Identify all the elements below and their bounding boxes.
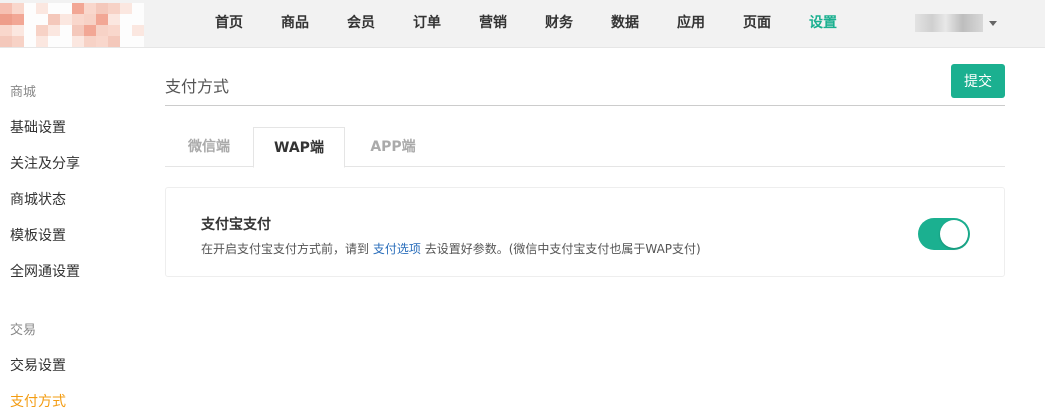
submit-button[interactable]: 提交 bbox=[951, 64, 1005, 98]
nav-home[interactable]: 首页 bbox=[196, 0, 262, 48]
nav-orders[interactable]: 订单 bbox=[394, 0, 460, 48]
page-title: 支付方式 bbox=[165, 77, 230, 96]
tab-app[interactable]: APP端 bbox=[345, 127, 441, 167]
payment-desc-text: 在开启支付宝支付方式前，请到 bbox=[201, 242, 370, 256]
tab-wap[interactable]: WAP端 bbox=[253, 127, 345, 168]
user-avatar-blurred bbox=[915, 14, 983, 32]
sidebar-item-payment-methods[interactable]: 支付方式 bbox=[10, 391, 66, 411]
sidebar-group-trade: 交易 bbox=[10, 323, 37, 338]
sidebar-group-mall: 商城 bbox=[10, 85, 37, 100]
nav-finance[interactable]: 财务 bbox=[526, 0, 592, 48]
payment-card-alipay: 支付宝支付 在开启支付宝支付方式前，请到 支付选项 去设置好参数。(微信中支付宝… bbox=[165, 187, 1005, 277]
chevron-down-icon bbox=[989, 20, 997, 26]
sidebar-item-follow-share[interactable]: 关注及分享 bbox=[10, 153, 80, 173]
nav-data[interactable]: 数据 bbox=[592, 0, 658, 48]
sidebar-item-mall-status[interactable]: 商城状态 bbox=[10, 189, 66, 209]
sidebar-item-basic-settings[interactable]: 基础设置 bbox=[10, 117, 66, 137]
payment-description: 在开启支付宝支付方式前，请到 支付选项 去设置好参数。(微信中支付宝支付也属于W… bbox=[201, 240, 701, 257]
payment-desc-text-after: 去设置好参数。(微信中支付宝支付也属于WAP支付) bbox=[424, 242, 701, 256]
toggle-knob bbox=[940, 220, 968, 248]
alipay-enable-toggle[interactable] bbox=[918, 218, 970, 250]
sidebar-item-template-settings[interactable]: 模板设置 bbox=[10, 225, 66, 245]
nav-pages[interactable]: 页面 bbox=[724, 0, 790, 48]
sidebar-item-omni-settings[interactable]: 全网通设置 bbox=[10, 261, 80, 281]
user-menu[interactable] bbox=[915, 12, 997, 34]
sidebar-item-trade-settings[interactable]: 交易设置 bbox=[10, 355, 66, 375]
nav-apps[interactable]: 应用 bbox=[658, 0, 724, 48]
top-nav: 首页 商品 会员 订单 营销 财务 数据 应用 页面 设置 bbox=[196, 0, 856, 48]
tab-wechat[interactable]: 微信端 bbox=[165, 127, 253, 167]
payment-options-link[interactable]: 支付选项 bbox=[373, 242, 421, 256]
client-tabs: 微信端 WAP端 APP端 bbox=[165, 127, 1005, 168]
nav-marketing[interactable]: 营销 bbox=[460, 0, 526, 48]
payment-name: 支付宝支付 bbox=[201, 217, 271, 233]
top-header: 首页 商品 会员 订单 营销 财务 数据 应用 页面 设置 bbox=[0, 0, 1045, 48]
nav-members[interactable]: 会员 bbox=[328, 0, 394, 48]
nav-settings[interactable]: 设置 bbox=[790, 0, 856, 48]
nav-goods[interactable]: 商品 bbox=[262, 0, 328, 48]
title-divider bbox=[165, 105, 1005, 106]
logo[interactable] bbox=[0, 3, 144, 47]
